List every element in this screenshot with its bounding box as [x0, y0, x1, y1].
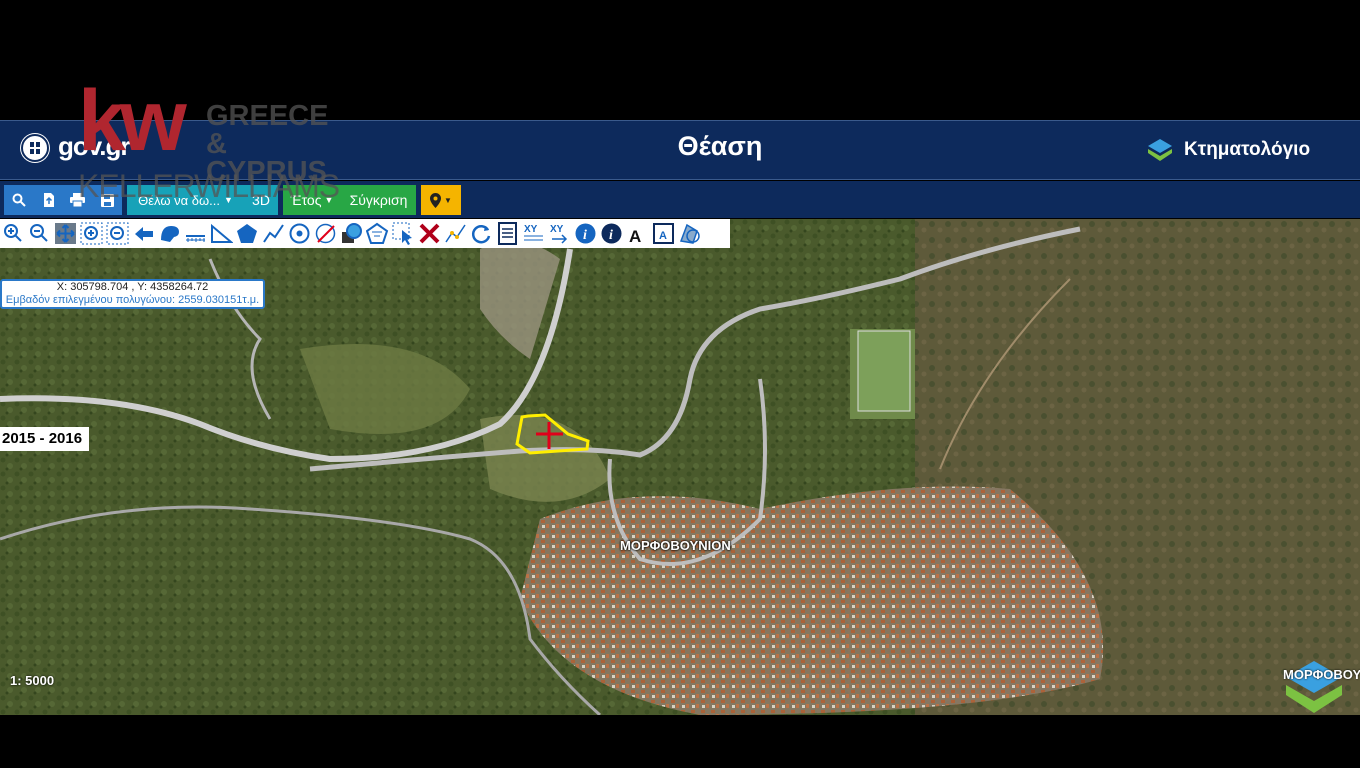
back-tool[interactable]: [132, 222, 155, 245]
brand-label: Κτηματολόγιο: [1184, 139, 1311, 160]
layers-tool[interactable]: [678, 222, 701, 245]
map-pin-icon: [430, 192, 442, 208]
map-tools-strip: XY XY i i A A: [0, 219, 730, 248]
identify-polygon-icon: [366, 222, 389, 244]
ktimatologio-brand[interactable]: Κτηματολόγιο: [1146, 135, 1310, 165]
pan-icon: [55, 223, 76, 244]
identify-area-icon: [342, 223, 362, 243]
identify-area-tool[interactable]: [340, 222, 363, 245]
app-header: gov.gr Θέαση Κτηματολόγιο: [0, 120, 1360, 180]
select-polygon-tool[interactable]: [392, 222, 415, 245]
report-icon: [498, 222, 517, 245]
coordinates-panel: X: 305798.704 , Y: 4358264.72 Εμβαδόν επ…: [0, 279, 265, 309]
view-dropdown-label: Θέλω να δω...: [138, 192, 220, 208]
refresh-tool[interactable]: [470, 222, 493, 245]
place-label: ΜΟΡΦΟΒΟΥΝΙΟΝ: [620, 538, 731, 553]
svg-text:A: A: [659, 230, 667, 242]
imagery-year-label: 2015 - 2016: [0, 427, 89, 451]
info-tool[interactable]: i: [574, 222, 597, 245]
main-toolbar: Θέλω να δω... ▼ 3D Έτος ▼ Σύγκριση ▼: [0, 181, 1360, 218]
select-polygon-icon: [392, 222, 412, 245]
info-2-icon: i: [601, 223, 622, 244]
3d-button[interactable]: 3D: [244, 185, 278, 215]
draw-polygon-icon: [237, 224, 257, 243]
xy-goto-tool[interactable]: XY: [548, 222, 571, 245]
place-label-partial-text: ΜΟΡΦΟΒΟΥΝΙΟΝ: [1283, 667, 1360, 682]
edit-vertex-tool[interactable]: [444, 222, 467, 245]
svg-text:i: i: [583, 228, 587, 243]
report-tool[interactable]: [496, 222, 519, 245]
zoom-box-out-icon: [106, 222, 129, 245]
chevron-down-icon: ▼: [444, 195, 452, 205]
measure-distance-tool[interactable]: [184, 222, 207, 245]
measure-angle-icon: [211, 223, 233, 243]
save-icon: [100, 193, 114, 207]
search-icon: [12, 193, 26, 207]
print-button[interactable]: [63, 185, 92, 215]
erase-shape-tool[interactable]: [314, 222, 337, 245]
text-label-icon: A: [629, 227, 641, 245]
erase-shape-icon: [315, 223, 336, 244]
layers-icon: [679, 223, 700, 244]
svg-text:XY: XY: [550, 224, 564, 235]
zoom-box-in-tool[interactable]: [80, 222, 103, 245]
year-dropdown-label: Έτος: [290, 192, 322, 208]
location-dropdown[interactable]: ▼: [421, 185, 461, 215]
save-button[interactable]: [92, 185, 122, 215]
place-label-partial: ΜΟΡΦΟΒΟΥΝΙΟΝ: [1283, 667, 1360, 682]
zoom-in-icon: [4, 224, 22, 242]
measure-distance-icon: [186, 235, 205, 242]
back-icon: [135, 227, 153, 241]
svg-text:A: A: [629, 227, 641, 245]
svg-text:XY: XY: [524, 224, 538, 235]
view-dropdown[interactable]: Θέλω να δω... ▼: [127, 185, 244, 215]
zoom-out-icon: [30, 224, 48, 242]
upload-file-button[interactable]: [34, 185, 63, 215]
xy-coords-icon: XY: [524, 224, 543, 241]
zoom-box-in-icon: [80, 222, 103, 245]
text-label-tool[interactable]: A: [626, 222, 649, 245]
draw-polygon-tool[interactable]: [236, 222, 259, 245]
info-2-tool[interactable]: i: [600, 222, 623, 245]
chevron-down-icon: ▼: [223, 195, 233, 205]
draw-polyline-tool[interactable]: [262, 222, 285, 245]
polygon-area-readout: Εμβαδόν επιλεγμένου πολυγώνου: 2559.0301…: [5, 294, 260, 306]
delete-tool[interactable]: [418, 222, 441, 245]
edit-vertex-icon: [445, 224, 466, 243]
pan-tool[interactable]: [54, 222, 77, 245]
print-icon: [70, 193, 85, 207]
draw-polyline-icon: [263, 224, 284, 243]
chevron-down-icon: ▼: [324, 195, 334, 205]
measure-angle-tool[interactable]: [210, 222, 233, 245]
select-parcel-tool[interactable]: [158, 222, 181, 245]
svg-text:i: i: [609, 228, 613, 243]
zoom-box-out-tool[interactable]: [106, 222, 129, 245]
compare-button[interactable]: Σύγκριση: [341, 185, 416, 215]
ktimatologio-logo-icon: [1148, 139, 1172, 161]
draw-circle-icon: [289, 223, 310, 244]
legend-icon: A: [653, 223, 674, 244]
zoom-out-tool[interactable]: [28, 222, 51, 245]
zoom-in-tool[interactable]: [2, 222, 25, 245]
coordinates-readout: X: 305798.704 , Y: 4358264.72: [56, 281, 209, 293]
info-icon: i: [575, 223, 596, 244]
identify-polygon-tool[interactable]: [366, 222, 389, 245]
file-upload-icon: [43, 193, 54, 207]
xy-goto-icon: XY: [550, 224, 568, 244]
refresh-icon: [471, 225, 491, 244]
select-parcel-icon: [161, 226, 179, 242]
scale-label: 1: 5000: [10, 673, 55, 688]
year-dropdown[interactable]: Έτος ▼: [283, 185, 341, 215]
search-button[interactable]: [4, 185, 34, 215]
draw-circle-tool[interactable]: [288, 222, 311, 245]
legend-tool[interactable]: A: [652, 222, 675, 245]
xy-coords-tool[interactable]: XY: [522, 222, 545, 245]
delete-icon: [419, 223, 440, 244]
